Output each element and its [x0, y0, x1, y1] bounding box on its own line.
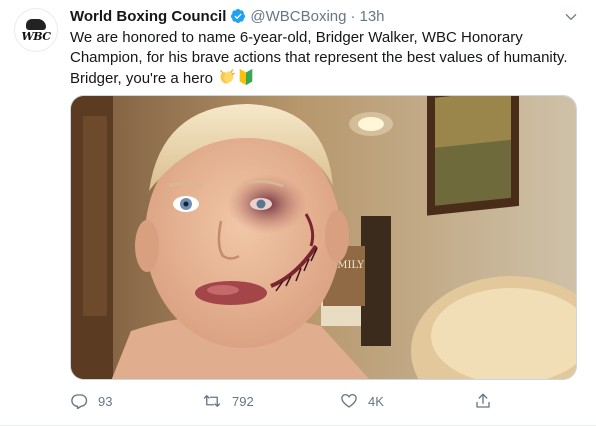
tweet-text: We are honored to name 6-year-old, Bridg…	[70, 29, 572, 87]
heart-icon	[341, 393, 357, 408]
tweet-text-container: We are honored to name 6-year-old, Bridg…	[70, 28, 570, 92]
clapping-hands-emoji	[218, 68, 236, 92]
tweet-actions: 93 792 4K	[70, 389, 510, 413]
boxing-glove-logo	[26, 18, 46, 30]
tweet-content: World Boxing Council @WBCBoxing · 13h We…	[70, 6, 586, 92]
timestamp[interactable]: 13h	[359, 8, 384, 25]
account-handle[interactable]: @WBCBoxing	[250, 8, 346, 25]
photo-illustration: FAMILY	[71, 96, 576, 379]
tweet-header: World Boxing Council @WBCBoxing · 13h	[70, 6, 586, 26]
avatar-logo-text: WBC	[21, 29, 51, 43]
like-count: 4K	[368, 393, 384, 409]
like-button[interactable]: 4K	[340, 392, 384, 410]
share-icon	[476, 393, 490, 408]
beginner-symbol-emoji	[237, 68, 255, 92]
tweet-photo[interactable]: FAMILY	[70, 95, 577, 380]
retweet-icon	[203, 395, 221, 407]
separator-dot: ·	[350, 7, 356, 25]
account-name[interactable]: World Boxing Council	[70, 8, 226, 25]
retweet-count: 792	[232, 393, 254, 409]
chevron-down-icon[interactable]	[564, 10, 578, 24]
reply-count: 93	[98, 393, 113, 409]
verified-badge-icon	[230, 8, 246, 24]
avatar[interactable]: WBC	[14, 8, 58, 52]
reply-icon	[71, 394, 88, 410]
share-button[interactable]	[474, 392, 502, 410]
tweet[interactable]: WBC World Boxing Council @WBCBoxing · 13…	[0, 0, 596, 426]
reply-button[interactable]: 93	[70, 392, 112, 410]
retweet-button[interactable]: 792	[202, 392, 254, 410]
